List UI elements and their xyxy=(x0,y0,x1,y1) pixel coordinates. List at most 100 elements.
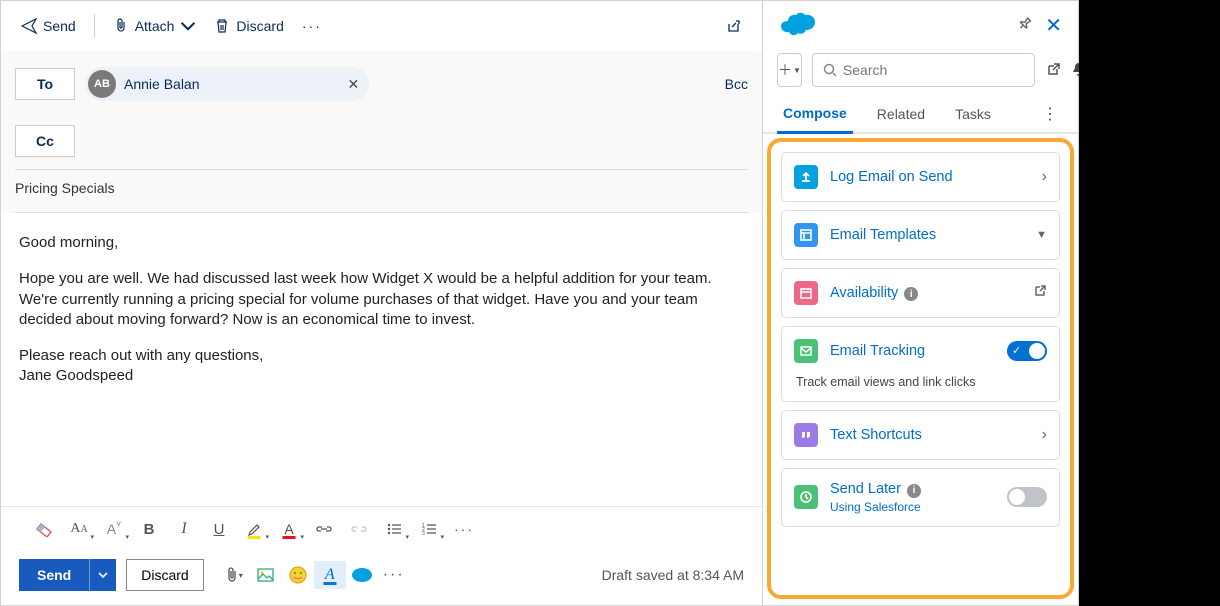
italic-button[interactable]: I xyxy=(167,515,201,543)
action-bar: Send Discard ▾ A ··· Draft saved at 8:34… xyxy=(1,549,762,605)
body-paragraph: Hope you are well. We had discussed last… xyxy=(19,269,744,330)
option-email-tracking: Email Tracking ✓ Track email views and l… xyxy=(781,326,1060,402)
info-icon: i xyxy=(907,484,921,498)
search-box[interactable] xyxy=(812,53,1035,87)
popout-button[interactable] xyxy=(720,14,748,38)
option-text-shortcuts[interactable]: Text Shortcuts › xyxy=(781,410,1060,460)
cc-button[interactable]: Cc xyxy=(15,125,75,157)
chevron-right-icon: › xyxy=(1042,426,1047,444)
insert-emoji-icon[interactable] xyxy=(282,561,314,589)
option-label: Email Templates xyxy=(830,227,1024,243)
remove-link-button[interactable] xyxy=(342,515,376,543)
attach-file-icon[interactable]: ▾ xyxy=(218,561,250,589)
option-label: Text Shortcuts xyxy=(830,427,1030,443)
format-more-button[interactable]: ··· xyxy=(447,515,481,543)
bold-button[interactable]: B xyxy=(132,515,166,543)
number-list-button[interactable]: 123▾ xyxy=(412,515,446,543)
option-availability[interactable]: Availabilityi xyxy=(781,268,1060,318)
tracking-icon xyxy=(794,339,818,363)
command-bar: Send Attach Discard ··· xyxy=(1,1,762,51)
search-input[interactable] xyxy=(843,62,1024,78)
address-fields: To AB Annie Balan ✕ Bcc Cc xyxy=(1,51,762,213)
option-label: Log Email on Send xyxy=(830,169,1030,185)
attach-icon xyxy=(113,18,129,34)
tab-compose[interactable]: Compose xyxy=(777,95,853,134)
tab-tasks[interactable]: Tasks xyxy=(949,96,997,132)
cc-row: Cc xyxy=(15,117,748,169)
body-signoff: Please reach out with any questions, xyxy=(19,347,263,364)
font-size-button[interactable]: A˅▾ xyxy=(97,515,131,543)
insert-more-button[interactable]: ··· xyxy=(378,561,410,589)
salesforce-panel: ✕ ＋▼ 🐱 Compose Related Tasks ⋮ Log Email… xyxy=(763,0,1079,606)
send-button[interactable]: Send xyxy=(15,14,82,38)
open-external-icon[interactable] xyxy=(1045,60,1061,80)
option-label: Availabilityi xyxy=(830,285,1021,302)
send-later-subtitle: Using Salesforce xyxy=(830,500,995,514)
chevron-right-icon: › xyxy=(1042,168,1047,186)
insert-image-icon[interactable] xyxy=(250,561,282,589)
sf-tabs: Compose Related Tasks ⋮ xyxy=(763,95,1078,134)
popout-icon xyxy=(726,18,742,34)
send-later-toggle[interactable] xyxy=(1007,487,1047,507)
to-button[interactable]: To xyxy=(15,68,75,100)
option-log-email[interactable]: Log Email on Send › xyxy=(781,152,1060,202)
pin-icon[interactable] xyxy=(1010,12,1036,38)
font-color-button[interactable]: A▾ xyxy=(272,515,306,543)
discard-button-secondary[interactable]: Discard xyxy=(126,559,203,591)
tracking-toggle[interactable]: ✓ xyxy=(1007,341,1047,361)
send-button-group: Send xyxy=(19,559,116,591)
tabs-more-icon[interactable]: ⋮ xyxy=(1036,98,1064,130)
sf-header: ✕ xyxy=(763,1,1078,45)
recipient-chip[interactable]: AB Annie Balan ✕ xyxy=(85,67,369,101)
insert-icons: ▾ A ··· xyxy=(218,561,410,589)
remove-recipient-icon[interactable]: ✕ xyxy=(348,76,360,93)
attach-button[interactable]: Attach xyxy=(107,14,203,38)
option-email-templates[interactable]: Email Templates ▼ xyxy=(781,210,1060,260)
discard-label: Discard xyxy=(236,18,283,34)
body-greeting: Good morning, xyxy=(19,233,744,253)
upload-icon xyxy=(794,165,818,189)
salesforce-logo-icon xyxy=(779,11,821,39)
format-toolbar: AA▾ A˅▾ B I U ▾ A▾ ▾ 123▾ ··· xyxy=(1,506,762,549)
open-external-icon xyxy=(1033,284,1047,303)
attach-label: Attach xyxy=(135,18,175,34)
email-compose-pane: Send Attach Discard ··· To AB Annie Bala… xyxy=(0,0,763,606)
salesforce-addin-icon[interactable] xyxy=(346,561,378,589)
body-signature: Jane Goodspeed xyxy=(19,367,133,384)
highlight-button[interactable]: ▾ xyxy=(237,515,271,543)
subject-row xyxy=(15,170,748,212)
chevron-down-icon xyxy=(180,18,196,34)
format-painter-button[interactable] xyxy=(27,515,61,543)
send-label: Send xyxy=(43,18,76,34)
option-label: Send Lateri xyxy=(830,481,995,498)
insert-link-button[interactable] xyxy=(307,515,341,543)
svg-text:3: 3 xyxy=(422,531,425,535)
send-primary-button[interactable]: Send xyxy=(19,559,89,591)
compose-options-list: Log Email on Send › Email Templates ▼ Av… xyxy=(767,138,1074,599)
sf-toolbar: ＋▼ 🐱 xyxy=(763,45,1078,95)
more-options-button[interactable]: ··· xyxy=(296,14,328,38)
clock-icon xyxy=(794,485,818,509)
close-icon[interactable]: ✕ xyxy=(1045,13,1062,38)
discard-button[interactable]: Discard xyxy=(208,14,289,38)
email-body[interactable]: Good morning, Hope you are well. We had … xyxy=(1,213,762,506)
recipient-name: Annie Balan xyxy=(124,76,200,92)
divider xyxy=(94,14,95,38)
trash-icon xyxy=(214,18,230,34)
to-row: To AB Annie Balan ✕ Bcc xyxy=(15,59,748,117)
send-icon xyxy=(21,18,37,34)
chevron-down-icon: ▼ xyxy=(1036,229,1047,241)
add-button[interactable]: ＋▼ xyxy=(777,53,802,87)
insert-signature-icon[interactable]: A xyxy=(314,561,346,589)
bcc-button[interactable]: Bcc xyxy=(725,76,748,92)
bullet-list-button[interactable]: ▾ xyxy=(377,515,411,543)
tab-related[interactable]: Related xyxy=(871,96,931,132)
font-button[interactable]: AA▾ xyxy=(62,515,96,543)
calendar-icon xyxy=(794,281,818,305)
template-icon xyxy=(794,223,818,247)
option-send-later: Send Lateri Using Salesforce xyxy=(781,468,1060,527)
quote-icon xyxy=(794,423,818,447)
send-options-button[interactable] xyxy=(89,559,116,591)
subject-input[interactable] xyxy=(15,180,748,196)
underline-button[interactable]: U xyxy=(202,515,236,543)
